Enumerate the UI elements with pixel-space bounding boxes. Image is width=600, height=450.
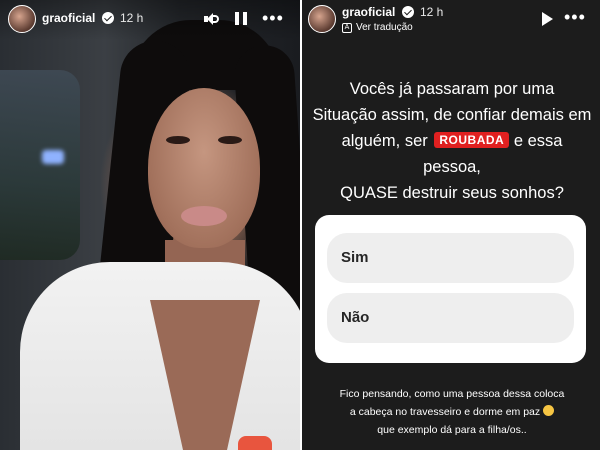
face [148,88,260,248]
poll-option-sim[interactable]: Sim [327,233,574,283]
avatar[interactable] [8,5,36,33]
more-horizontal-icon[interactable]: ••• [564,8,586,26]
speaker-icon[interactable] [204,12,220,26]
roubada-sticker: ROUBADA [434,132,510,148]
pause-icon[interactable] [235,12,247,25]
translate-label: Ver tradução [356,22,413,33]
question-line: Vocês já passaram por uma [349,80,555,98]
verified-badge-icon [102,12,114,24]
story-caption: Fico pensando, como uma pessoa dessa col… [312,385,592,439]
eye-right [218,136,242,144]
caption-line: que exemplo dá para a filha/os.. [377,424,527,436]
timestamp: 12 h [420,5,444,19]
lips [181,206,227,226]
avatar[interactable] [308,5,336,33]
story-video-frame [0,0,300,450]
story-header: graoficial 12 h ••• [0,0,300,40]
question-line: alguém, ser ROUBADA e essa pessoa, [312,128,592,180]
poll-sticker: Sim Não [315,215,586,363]
play-icon[interactable] [542,12,553,26]
white-shirt [20,262,300,450]
caption-line: a cabeça no travesseiro e dorme em paz [312,403,592,421]
story-question-text: Vocês já passaram por uma Situação assim… [312,76,592,206]
window-light [42,150,64,164]
caption-text: a cabeça no travesseiro e dorme em paz [349,406,541,418]
car-window [0,70,80,260]
poll-option-nao[interactable]: Não [327,293,574,343]
question-line: QUASE destruir seus sonhos? [340,184,564,202]
more-horizontal-icon[interactable]: ••• [262,9,284,27]
sticker [238,436,272,450]
timestamp: 12 h [120,11,144,25]
translate-icon: A [342,22,352,33]
question-line: Situação assim, de confiar demais em [312,106,592,124]
username[interactable]: graoficial [42,11,95,25]
eye-left [166,136,190,144]
thinking-emoji-icon [543,405,555,416]
video-story[interactable]: graoficial 12 h ••• [0,0,300,450]
translate-link[interactable]: A Ver tradução [342,22,413,33]
caption-line: Fico pensando, como uma pessoa dessa col… [339,388,565,400]
poll-story[interactable]: graoficial 12 h ••• A Ver tradução Vocês… [302,0,600,450]
verified-badge-icon [402,6,414,18]
question-text-before: alguém, ser [341,132,428,150]
username[interactable]: graoficial [342,5,395,19]
